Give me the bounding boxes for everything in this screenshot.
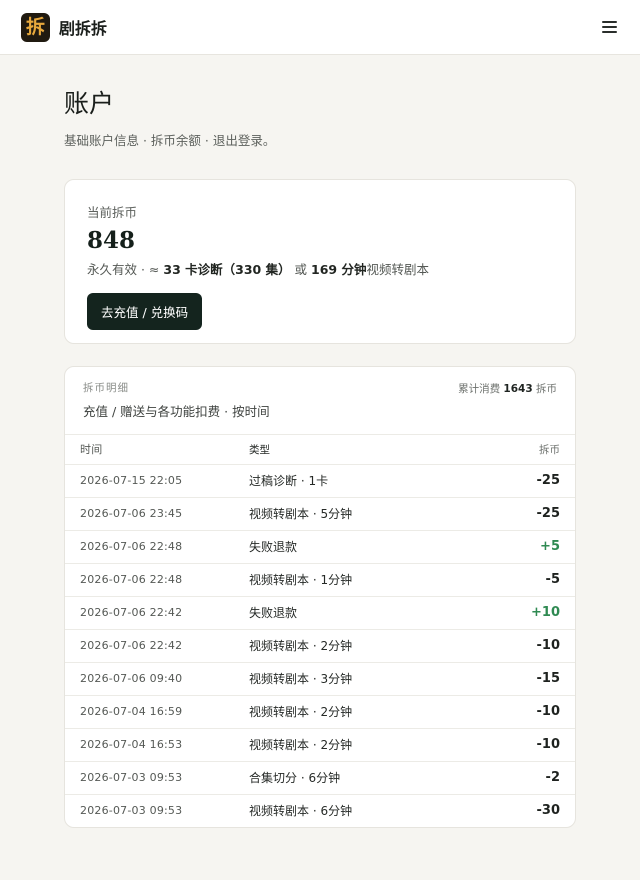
desc-suffix: 视频转剧本 [366, 262, 429, 277]
row-amount: -25 [477, 497, 575, 531]
row-type: 视频转剧本 · 2分钟 [249, 695, 478, 729]
ledger-table: 时间 类型 拆币 2026-07-15 22:05 过稿诊断 · 1卡 -25 202… [65, 435, 575, 827]
total-prefix: 累计消费 [458, 383, 504, 395]
brand[interactable]: 拆 剧拆拆 [21, 12, 108, 42]
row-time: 2026-07-04 16:59 [65, 695, 249, 729]
row-time: 2026-07-06 22:42 [65, 629, 249, 663]
table-row: 2026-07-06 22:48 视频转剧本 · 1分钟 -5 [65, 563, 575, 597]
row-amount: +5 [477, 530, 575, 564]
table-row: 2026-07-06 22:42 视频转剧本 · 2分钟 -10 [65, 629, 575, 663]
table-row: 2026-07-04 16:53 视频转剧本 · 2分钟 -10 [65, 728, 575, 762]
ledger-title: 充值 / 赠送与各功能扣费 · 按时间 [83, 404, 270, 419]
ledger-card: 拆币明细 充值 / 赠送与各功能扣费 · 按时间 累计消费 1643 拆币 时间… [64, 366, 576, 828]
desc-cards: 33 卡诊断（330 集） [163, 262, 291, 277]
total-spent: 累计消费 1643 拆币 [458, 381, 557, 420]
page-title: 账户 [64, 89, 115, 118]
row-amount: -2 [477, 761, 575, 795]
ledger-rows: 2026-07-15 22:05 过稿诊断 · 1卡 -25 2026-07-06 2… [65, 464, 575, 827]
table-header-row: 时间 类型 拆币 [65, 435, 575, 465]
logo-glyph: 拆 [25, 15, 45, 38]
row-amount: -10 [477, 728, 575, 762]
app-name: 剧拆拆 [59, 19, 108, 38]
row-type: 视频转剧本 · 3分钟 [249, 662, 478, 696]
row-type: 视频转剧本 · 6分钟 [249, 804, 353, 819]
row-amount: -5 [477, 563, 575, 597]
column-header-time: 时间 [65, 435, 249, 465]
column-header-amount: 拆币 [477, 435, 575, 465]
total-suffix: 拆币 [532, 383, 557, 395]
desc-minutes: 169 分钟 [311, 262, 367, 277]
page-subtitle: 基础账户信息 · 拆币余额 · 退出登录。 [64, 133, 276, 148]
row-time: 2026-07-06 22:48 [65, 563, 249, 597]
table-row: 2026-07-06 23:45 视频转剧本 · 5分钟 -25 [65, 497, 575, 531]
top-bar: 拆 剧拆拆 [0, 0, 640, 55]
balance-card: 当前拆币 848 永久有效 · ≈ 33 卡诊断（330 集） 或 169 分钟… [64, 179, 576, 344]
row-time: 2026-07-03 09:53 [80, 804, 183, 818]
row-amount: -25 [477, 464, 575, 498]
balance-value: 848 [87, 227, 136, 254]
row-time: 2026-07-06 22:48 [65, 530, 249, 564]
row-type: 失败退款 [249, 596, 478, 630]
row-type: 视频转剧本 · 2分钟 [249, 629, 478, 663]
desc-prefix: 永久有效 · ≈ [87, 262, 164, 277]
row-type: 视频转剧本 · 1分钟 [249, 563, 478, 597]
row-time: 2026-07-06 22:42 [65, 596, 249, 630]
desc-mid: 或 [290, 262, 312, 277]
table-row: 2026-07-03 09:53 视频转剧本 · 6分钟 -30 [65, 794, 575, 827]
table-row: 2026-07-04 16:59 视频转剧本 · 2分钟 -10 [65, 695, 575, 729]
column-header-type: 类型 [249, 435, 478, 465]
table-row: 2026-07-06 22:48 失败退款 +5 [65, 530, 575, 564]
row-type: 过稿诊断 · 1卡 [249, 464, 478, 498]
ledger-kicker: 拆币明细 [83, 382, 129, 394]
row-amount: -10 [477, 695, 575, 729]
table-row: 2026-07-06 22:42 失败退款 +10 [65, 596, 575, 630]
row-type: 失败退款 [249, 530, 478, 564]
row-time: 2026-07-04 16:53 [65, 728, 249, 762]
table-row: 2026-07-03 09:53 合集切分 · 6分钟 -2 [65, 761, 575, 795]
total-value: 1643 [503, 383, 533, 395]
hamburger-menu-icon[interactable] [598, 16, 620, 38]
balance-description: 永久有效 · ≈ 33 卡诊断（330 集） 或 169 分钟视频转剧本 [87, 259, 553, 278]
table-row: 2026-07-15 22:05 过稿诊断 · 1卡 -25 [65, 464, 575, 498]
row-type: 视频转剧本 · 5分钟 [249, 497, 478, 531]
row-amount: -10 [477, 629, 575, 663]
recharge-button[interactable]: 去充值 / 兑换码 [87, 293, 203, 330]
row-amount: +10 [477, 596, 575, 630]
account-page: 账户 基础账户信息 · 拆币余额 · 退出登录。 当前拆币 848 永久有效 ·… [0, 84, 640, 828]
row-time: 2026-07-03 09:53 [65, 761, 249, 795]
row-type: 视频转剧本 · 2分钟 [249, 728, 478, 762]
balance-label: 当前拆币 [87, 205, 138, 220]
row-amount: -15 [477, 662, 575, 696]
ledger-header: 拆币明细 充值 / 赠送与各功能扣费 · 按时间 累计消费 1643 拆币 [65, 367, 575, 435]
row-time: 2026-07-06 09:40 [65, 662, 249, 696]
row-time: 2026-07-06 23:45 [65, 497, 249, 531]
table-row: 2026-07-06 09:40 视频转剧本 · 3分钟 -15 [65, 662, 575, 696]
row-type: 合集切分 · 6分钟 [249, 761, 478, 795]
app-logo-icon: 拆 [21, 12, 50, 42]
row-amount: -30 [536, 803, 561, 819]
row-time: 2026-07-15 22:05 [65, 464, 249, 498]
